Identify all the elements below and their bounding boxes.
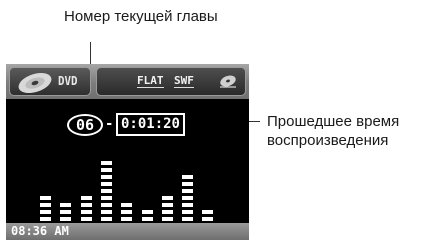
spectrum-segment: [182, 175, 193, 179]
spectrum-segment: [81, 196, 92, 200]
spectrum-segment: [81, 203, 92, 207]
spectrum-bar: [182, 64, 193, 221]
spectrum-segment: [162, 203, 173, 207]
spectrum-segment: [81, 210, 92, 214]
elapsed-time-callout-line1: Прошедшее время: [267, 113, 400, 130]
spectrum-segment: [101, 175, 112, 179]
spectrum-segment: [101, 217, 112, 221]
clock-bar: 08:36 AM: [6, 223, 249, 240]
spectrum-segment: [60, 203, 71, 207]
spectrum-segment: [40, 210, 51, 214]
spectrum-segment: [182, 217, 193, 221]
spectrum-segment: [182, 189, 193, 193]
spectrum-segment: [101, 196, 112, 200]
spectrum-bar: [81, 64, 92, 221]
spectrum-segment: [162, 196, 173, 200]
spectrum-bar: [101, 64, 112, 221]
spectrum-segment: [81, 217, 92, 221]
spectrum-bar: [40, 64, 51, 221]
elapsed-time-callout: Прошедшее время воспроизведения: [267, 112, 399, 150]
spectrum-segment: [101, 161, 112, 165]
chapter-number-callout: Номер текущей главы: [64, 8, 218, 25]
spectrum-segment: [40, 203, 51, 207]
clock-time: 08:36 AM: [11, 224, 69, 238]
spectrum-bar: [142, 64, 153, 221]
spectrum-segment: [101, 189, 112, 193]
spectrum-segment: [182, 182, 193, 186]
player-display: DVD FLAT SWF 06 - 0:01:20 08:36 AM: [6, 64, 249, 240]
spectrum-segment: [142, 217, 153, 221]
spectrum-segment: [182, 210, 193, 214]
spectrum-segment: [101, 182, 112, 186]
spectrum-analyzer: [6, 64, 249, 240]
spectrum-segment: [202, 217, 213, 221]
spectrum-segment: [101, 210, 112, 214]
spectrum-segment: [60, 210, 71, 214]
spectrum-segment: [121, 210, 132, 214]
spectrum-segment: [60, 217, 71, 221]
spectrum-segment: [182, 196, 193, 200]
spectrum-segment: [40, 217, 51, 221]
spectrum-segment: [40, 196, 51, 200]
spectrum-segment: [162, 217, 173, 221]
spectrum-segment: [101, 203, 112, 207]
spectrum-segment: [142, 210, 153, 214]
spectrum-segment: [121, 203, 132, 207]
spectrum-segment: [202, 210, 213, 214]
spectrum-bar: [162, 64, 173, 221]
spectrum-segment: [121, 217, 132, 221]
spectrum-bar: [121, 64, 132, 221]
spectrum-segment: [162, 210, 173, 214]
spectrum-segment: [101, 168, 112, 172]
spectrum-bar: [60, 64, 71, 221]
elapsed-time-callout-line2: воспроизведения: [267, 132, 389, 149]
spectrum-bar: [202, 64, 213, 221]
spectrum-segment: [182, 203, 193, 207]
